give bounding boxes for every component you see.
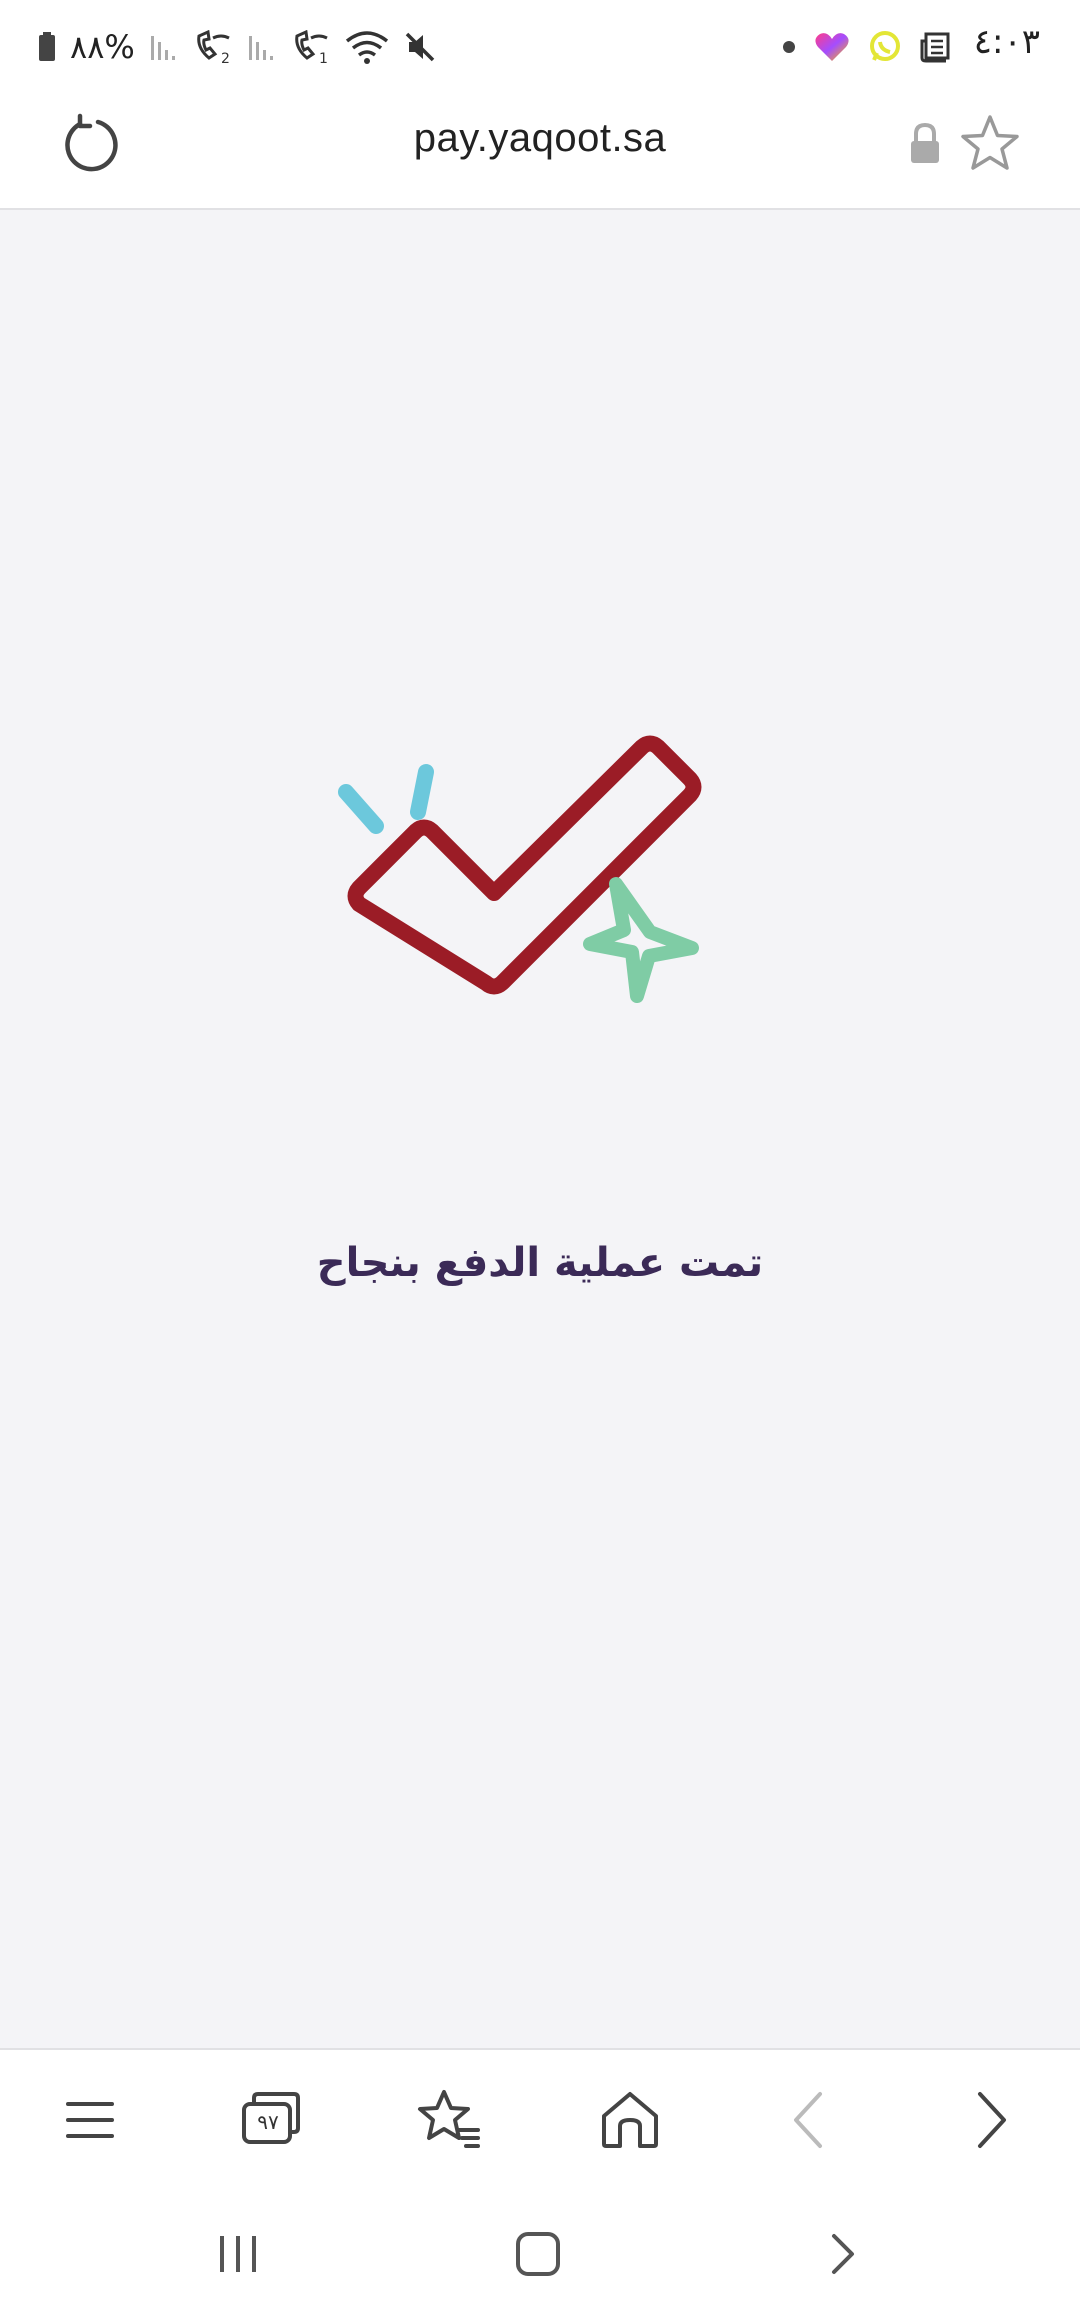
success-message: تمت عملية الدفع بنجاح <box>316 1240 764 1286</box>
dot-icon <box>783 41 795 53</box>
status-bar: %٨٨ 2 1 ٤:٠٣ <box>0 0 1080 92</box>
signal-1-icon <box>248 36 273 60</box>
battery-icon <box>39 32 55 61</box>
star-icon[interactable] <box>958 112 1022 176</box>
status-time: ٤:٠٣ <box>973 22 1040 62</box>
bottom-toolbar: ٩٧ <box>0 2048 1080 2188</box>
svg-text:2: 2 <box>221 51 230 64</box>
back-icon[interactable] <box>774 2084 846 2156</box>
home-icon[interactable] <box>594 2084 666 2156</box>
battery-percent: %٨٨ <box>70 28 135 66</box>
back-nav-icon[interactable] <box>812 2224 872 2284</box>
recents-icon[interactable] <box>208 2224 268 2284</box>
wifi-call-1-icon: 1 <box>295 30 328 64</box>
status-left-group: %٨٨ 2 1 <box>38 26 437 68</box>
tabs-button[interactable]: ٩٧ <box>234 2084 306 2156</box>
bookmarks-icon[interactable] <box>414 2084 486 2156</box>
system-nav-bar <box>0 2186 1080 2316</box>
forward-icon[interactable] <box>954 2084 1026 2156</box>
heart-app-icon <box>815 33 849 61</box>
wifi-icon <box>345 31 388 64</box>
address-bar: pay.yaqoot.sa <box>0 92 1080 210</box>
signal-2-icon <box>150 36 175 60</box>
status-right-group <box>782 26 952 68</box>
tab-count: ٩٧ <box>257 2110 279 2134</box>
wifi-call-2-icon: 2 <box>197 30 230 64</box>
page-content: تمت عملية الدفع بنجاح <box>0 210 1080 2048</box>
menu-icon[interactable] <box>54 2084 126 2156</box>
home-nav-icon[interactable] <box>508 2224 568 2284</box>
checkmark-sparkle-icon <box>338 735 702 1003</box>
whatsapp-icon <box>870 31 900 61</box>
lock-icon <box>911 122 939 163</box>
svg-text:1: 1 <box>319 51 328 64</box>
mute-icon <box>405 32 435 62</box>
news-icon <box>920 32 950 63</box>
